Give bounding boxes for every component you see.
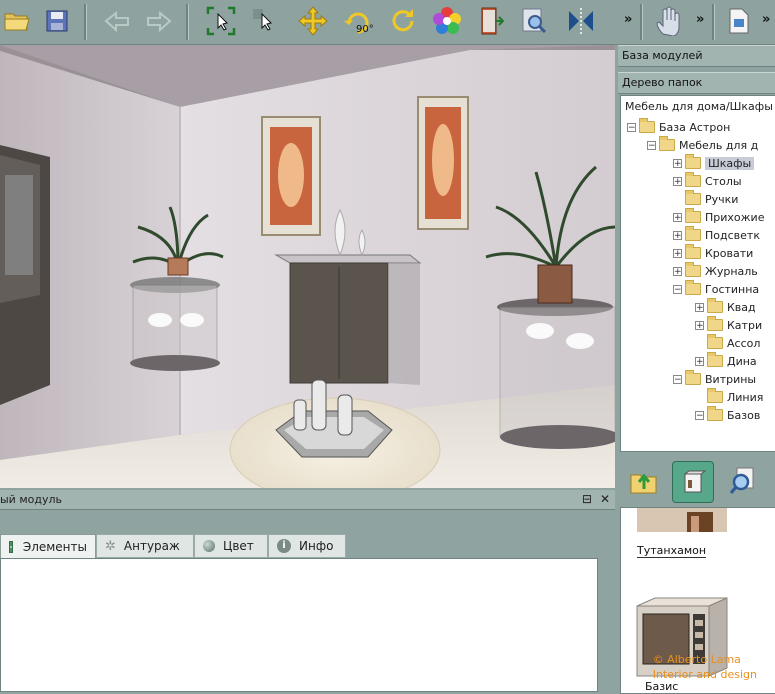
panel-close-icon[interactable]: ✕ — [600, 492, 610, 506]
module-thumb-image-1[interactable] — [637, 508, 727, 540]
folder-icon — [707, 334, 723, 349]
modules-base-header[interactable]: База модулей — [618, 45, 775, 67]
folder-icon — [659, 136, 675, 151]
mirror-icon[interactable] — [564, 4, 598, 38]
tree-node-wardrobes[interactable]: + Шкафы — [673, 154, 755, 172]
folder-tree-header[interactable]: Дерево папок — [618, 72, 775, 94]
zoom-icon[interactable] — [518, 4, 552, 38]
tree-node-handles[interactable]: Ручки — [685, 190, 738, 208]
folder-tree[interactable]: Мебель для дома/Шкафы − База Астрон − Мебе… — [620, 95, 775, 452]
redo-icon[interactable] — [142, 4, 176, 38]
tree-node-home-furniture[interactable]: − Мебель для д — [647, 136, 758, 154]
globe-icon — [203, 540, 215, 552]
folder-up-icon[interactable] — [624, 461, 664, 501]
hand-pan-icon[interactable] — [652, 4, 686, 38]
tree-node-katri[interactable]: + Катри — [695, 316, 762, 334]
folder-icon — [685, 226, 701, 241]
module-panel-title-bar: ый модуль ⊟ ✕ — [0, 490, 615, 510]
tab-color[interactable]: Цвет — [194, 534, 268, 558]
tab-entourage[interactable]: ✲ Антураж — [96, 534, 194, 558]
move-arrows-icon[interactable] — [296, 4, 330, 38]
folder-icon — [707, 388, 723, 403]
main-toolbar: 90° » » » — [0, 0, 775, 45]
gear-icon: ✲ — [105, 538, 116, 554]
watermark: © Alberto Lama Interior and design — [652, 653, 757, 681]
toolbar-separator — [186, 4, 189, 40]
tree-node-liniya[interactable]: Линия — [707, 388, 763, 406]
folder-icon — [685, 244, 701, 259]
select-move-icon[interactable] — [248, 4, 282, 38]
tree-path-label: Мебель для дома/Шкафы — [625, 100, 773, 113]
tree-node-dina[interactable]: + Дина — [695, 352, 757, 370]
tab-info[interactable]: i Инфо — [268, 534, 346, 558]
toolbar-separator — [712, 4, 715, 40]
3d-viewport[interactable] — [0, 45, 615, 488]
select-frame-icon[interactable] — [204, 4, 238, 38]
module-view-icon[interactable] — [672, 461, 714, 503]
toolbar-overflow-button-2[interactable]: » — [696, 12, 704, 27]
folder-icon — [685, 370, 701, 385]
folder-icon — [685, 190, 701, 205]
module-thumb-caption-1[interactable]: Тутанхамон — [637, 544, 707, 558]
door-exit-icon[interactable] — [474, 4, 508, 38]
color-palette-icon[interactable] — [430, 4, 464, 38]
tree-node-lighting[interactable]: + Подсветк — [673, 226, 760, 244]
folder-icon — [685, 262, 701, 277]
tree-node-showcases[interactable]: − Витрины — [673, 370, 756, 388]
rotate-icon[interactable] — [386, 4, 420, 38]
module-panel-content[interactable] — [0, 558, 598, 692]
folder-icon — [707, 316, 723, 331]
toolbar-separator — [84, 4, 87, 40]
folder-open-icon — [685, 154, 701, 169]
tree-node-coffee-tables[interactable]: + Журналь — [673, 262, 758, 280]
rotate-90-label: 90° — [356, 24, 374, 35]
search-icon[interactable] — [724, 461, 764, 501]
tree-node-beds[interactable]: + Кровати — [673, 244, 753, 262]
save-icon[interactable] — [40, 4, 74, 38]
tree-node-assol[interactable]: Ассол — [707, 334, 760, 352]
folder-icon — [685, 208, 701, 223]
right-panel: База модулей Дерево папок Мебель для дом… — [618, 45, 775, 694]
tree-node-tables[interactable]: + Столы — [673, 172, 742, 190]
panel-pin-icon[interactable]: ⊟ — [582, 492, 592, 506]
room-render — [0, 45, 615, 488]
grid-icon — [9, 540, 13, 553]
folder-icon — [685, 280, 701, 295]
info-icon: i — [277, 539, 291, 553]
folder-icon — [639, 118, 655, 133]
tree-node-bazov[interactable]: − Базов — [695, 406, 760, 424]
folder-icon — [707, 352, 723, 367]
folder-icon — [707, 406, 723, 421]
tab-elements[interactable]: Элементы — [0, 534, 96, 558]
module-panel: ый модуль ⊟ ✕ Элементы ✲ Антураж Цвет i … — [0, 490, 615, 692]
folder-icon — [685, 172, 701, 187]
undo-icon[interactable] — [100, 4, 134, 38]
toolbar-separator — [640, 4, 643, 40]
tree-node-kvad[interactable]: + Квад — [695, 298, 756, 316]
document-icon[interactable] — [722, 4, 756, 38]
library-toolbar — [620, 457, 775, 507]
tree-node-astron[interactable]: − База Астрон — [627, 118, 730, 136]
tree-node-hallways[interactable]: + Прихожие — [673, 208, 764, 226]
module-panel-title: ый модуль — [0, 493, 62, 506]
toolbar-overflow-button-3[interactable]: » — [762, 12, 770, 27]
open-folder-icon[interactable] — [0, 4, 34, 38]
toolbar-overflow-button[interactable]: » — [624, 12, 632, 27]
tree-node-living-rooms[interactable]: − Гостинна — [673, 280, 759, 298]
folder-icon — [707, 298, 723, 313]
